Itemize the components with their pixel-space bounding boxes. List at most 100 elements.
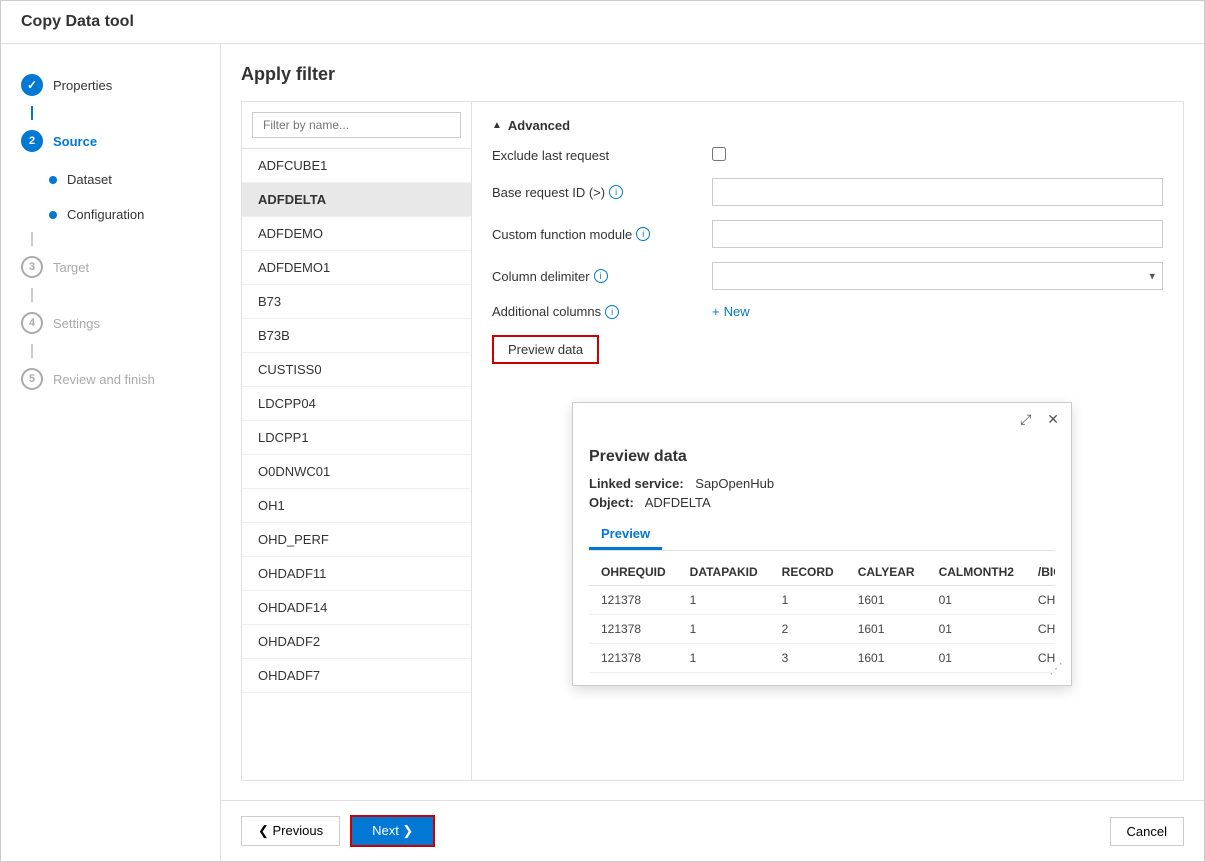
preview-cell: 121378 [589, 615, 678, 644]
step-circle-source: 2 [21, 130, 43, 152]
preview-data-row: 12137813160101CH04 [589, 644, 1055, 673]
list-item[interactable]: OHDADF14 [242, 591, 471, 625]
list-item[interactable]: OH1 [242, 489, 471, 523]
step-number-review: 5 [29, 373, 35, 385]
preview-table-wrap: OHREQUIDDATAPAKIDRECORDCALYEARCALMONTH2/… [589, 559, 1055, 673]
list-item[interactable]: ADFDEMO1 [242, 251, 471, 285]
connector-1 [31, 106, 33, 120]
delimiter-label-text: Column delimiter [492, 269, 590, 284]
sidebar-label-properties: Properties [53, 78, 112, 93]
cancel-button[interactable]: Cancel [1110, 817, 1184, 846]
close-icon[interactable]: ✕ [1043, 409, 1063, 430]
preview-data-row: 12137811160101CH02 [589, 586, 1055, 615]
page-area: Apply filter ADFCUBE1ADFDELTAADFDEMOADFD… [221, 44, 1204, 800]
preview-cell: 121378 [589, 586, 678, 615]
object-label: Object: [589, 495, 634, 510]
sidebar-item-properties[interactable]: ✓ Properties [1, 64, 220, 106]
app-container: Copy Data tool ✓ Properties 2 Source [0, 0, 1205, 862]
app-title: Copy Data tool [21, 13, 134, 30]
sidebar-item-target[interactable]: 3 Target [1, 246, 220, 288]
sidebar-label-dataset: Dataset [67, 172, 112, 187]
sidebar-label-target: Target [53, 260, 89, 275]
filter-input[interactable] [252, 112, 461, 138]
exclude-label-text: Exclude last request [492, 148, 609, 163]
preview-cell: 1 [678, 615, 770, 644]
section-toggle[interactable]: ▲ Advanced [492, 118, 1163, 133]
step-number-source: 2 [29, 135, 35, 147]
list-item[interactable]: OHDADF7 [242, 659, 471, 693]
label-delimiter: Column delimiter i [492, 269, 712, 284]
preview-data-button[interactable]: Preview data [492, 335, 599, 364]
sidebar-item-source[interactable]: 2 Source [1, 120, 220, 162]
app-header: Copy Data tool [1, 1, 1204, 44]
preview-table-body: 12137811160101CH0212137812160101CH021213… [589, 586, 1055, 673]
preview-popup-content: Preview data Linked service: SapOpenHub … [573, 436, 1071, 685]
list-item[interactable]: OHDADF11 [242, 557, 471, 591]
preview-cell: 01 [927, 644, 1026, 673]
list-item[interactable]: ADFDEMO [242, 217, 471, 251]
baseid-info-icon[interactable]: i [609, 185, 623, 199]
form-row-baseid: Base request ID (>) i [492, 178, 1163, 206]
preview-cell: 01 [927, 615, 1026, 644]
sidebar: ✓ Properties 2 Source Dataset Configurat [1, 44, 221, 861]
custom-input[interactable] [712, 220, 1163, 248]
sidebar-item-dataset[interactable]: Dataset [1, 162, 220, 197]
list-item[interactable]: B73B [242, 319, 471, 353]
app-body: ✓ Properties 2 Source Dataset Configurat [1, 44, 1204, 861]
list-item[interactable]: B73 [242, 285, 471, 319]
sidebar-label-source: Source [53, 134, 97, 149]
custom-info-icon[interactable]: i [636, 227, 650, 241]
linked-service-label: Linked service: [589, 476, 684, 491]
object-value: ADFDELTA [645, 495, 711, 510]
list-item[interactable]: LDCPP04 [242, 387, 471, 421]
triangle-icon: ▲ [492, 120, 502, 131]
preview-button-label: Preview data [508, 342, 583, 357]
preview-col-header: CALYEAR [846, 559, 927, 586]
add-new-button[interactable]: + New [712, 304, 750, 319]
filter-input-wrap [242, 102, 471, 149]
add-columns-row: Additional columns i + New [492, 304, 1163, 319]
delimiter-select[interactable]: Comma Tab [712, 262, 1163, 290]
list-item[interactable]: ADFCUBE1 [242, 149, 471, 183]
sidebar-item-configuration[interactable]: Configuration [1, 197, 220, 232]
control-custom [712, 220, 1163, 248]
control-exclude [712, 147, 1163, 164]
preview-cell: 3 [770, 644, 846, 673]
preview-cell: 1 [770, 586, 846, 615]
tab-preview[interactable]: Preview [589, 520, 662, 550]
preview-cell: CH02 [1026, 586, 1055, 615]
baseid-input[interactable] [712, 178, 1163, 206]
list-item[interactable]: O0DNWC01 [242, 455, 471, 489]
previous-button[interactable]: ❮ Previous [241, 816, 340, 846]
resize-handle[interactable]: ⋰ [1049, 660, 1063, 677]
config-panel: ▲ Advanced Exclude last request [472, 102, 1183, 780]
advanced-section: ▲ Advanced Exclude last request [492, 118, 1163, 364]
sidebar-item-review[interactable]: 5 Review and finish [1, 358, 220, 400]
list-item[interactable]: ADFDELTA [242, 183, 471, 217]
preview-popup-header: ⤢ ✕ [573, 403, 1071, 436]
next-button[interactable]: Next ❯ [350, 815, 435, 847]
expand-icon[interactable]: ⤢ [1016, 409, 1035, 430]
preview-col-header: RECORD [770, 559, 846, 586]
list-item[interactable]: LDCPP1 [242, 421, 471, 455]
preview-table: OHREQUIDDATAPAKIDRECORDCALYEARCALMONTH2/… [589, 559, 1055, 673]
sidebar-label-settings: Settings [53, 316, 100, 331]
list-item[interactable]: CUSTISS0 [242, 353, 471, 387]
preview-col-header: /BIC/F [1026, 559, 1055, 586]
preview-cell: 1601 [846, 644, 927, 673]
next-label: Next ❯ [372, 823, 413, 839]
step-circle-properties: ✓ [21, 74, 43, 96]
preview-table-head: OHREQUIDDATAPAKIDRECORDCALYEARCALMONTH2/… [589, 559, 1055, 586]
step-number-settings: 4 [29, 317, 35, 329]
tab-preview-label: Preview [601, 526, 650, 541]
list-items: ADFCUBE1ADFDELTAADFDEMOADFDEMO1B73B73BCU… [242, 149, 471, 780]
delimiter-info-icon[interactable]: i [594, 269, 608, 283]
preview-meta-object: Object: ADFDELTA [589, 495, 1055, 510]
label-baseid: Base request ID (>) i [492, 185, 712, 200]
sidebar-item-settings[interactable]: 4 Settings [1, 302, 220, 344]
list-item[interactable]: OHDADF2 [242, 625, 471, 659]
exclude-checkbox[interactable] [712, 147, 726, 161]
additional-columns-info-icon[interactable]: i [605, 305, 619, 319]
preview-col-header: DATAPAKID [678, 559, 770, 586]
list-item[interactable]: OHD_PERF [242, 523, 471, 557]
